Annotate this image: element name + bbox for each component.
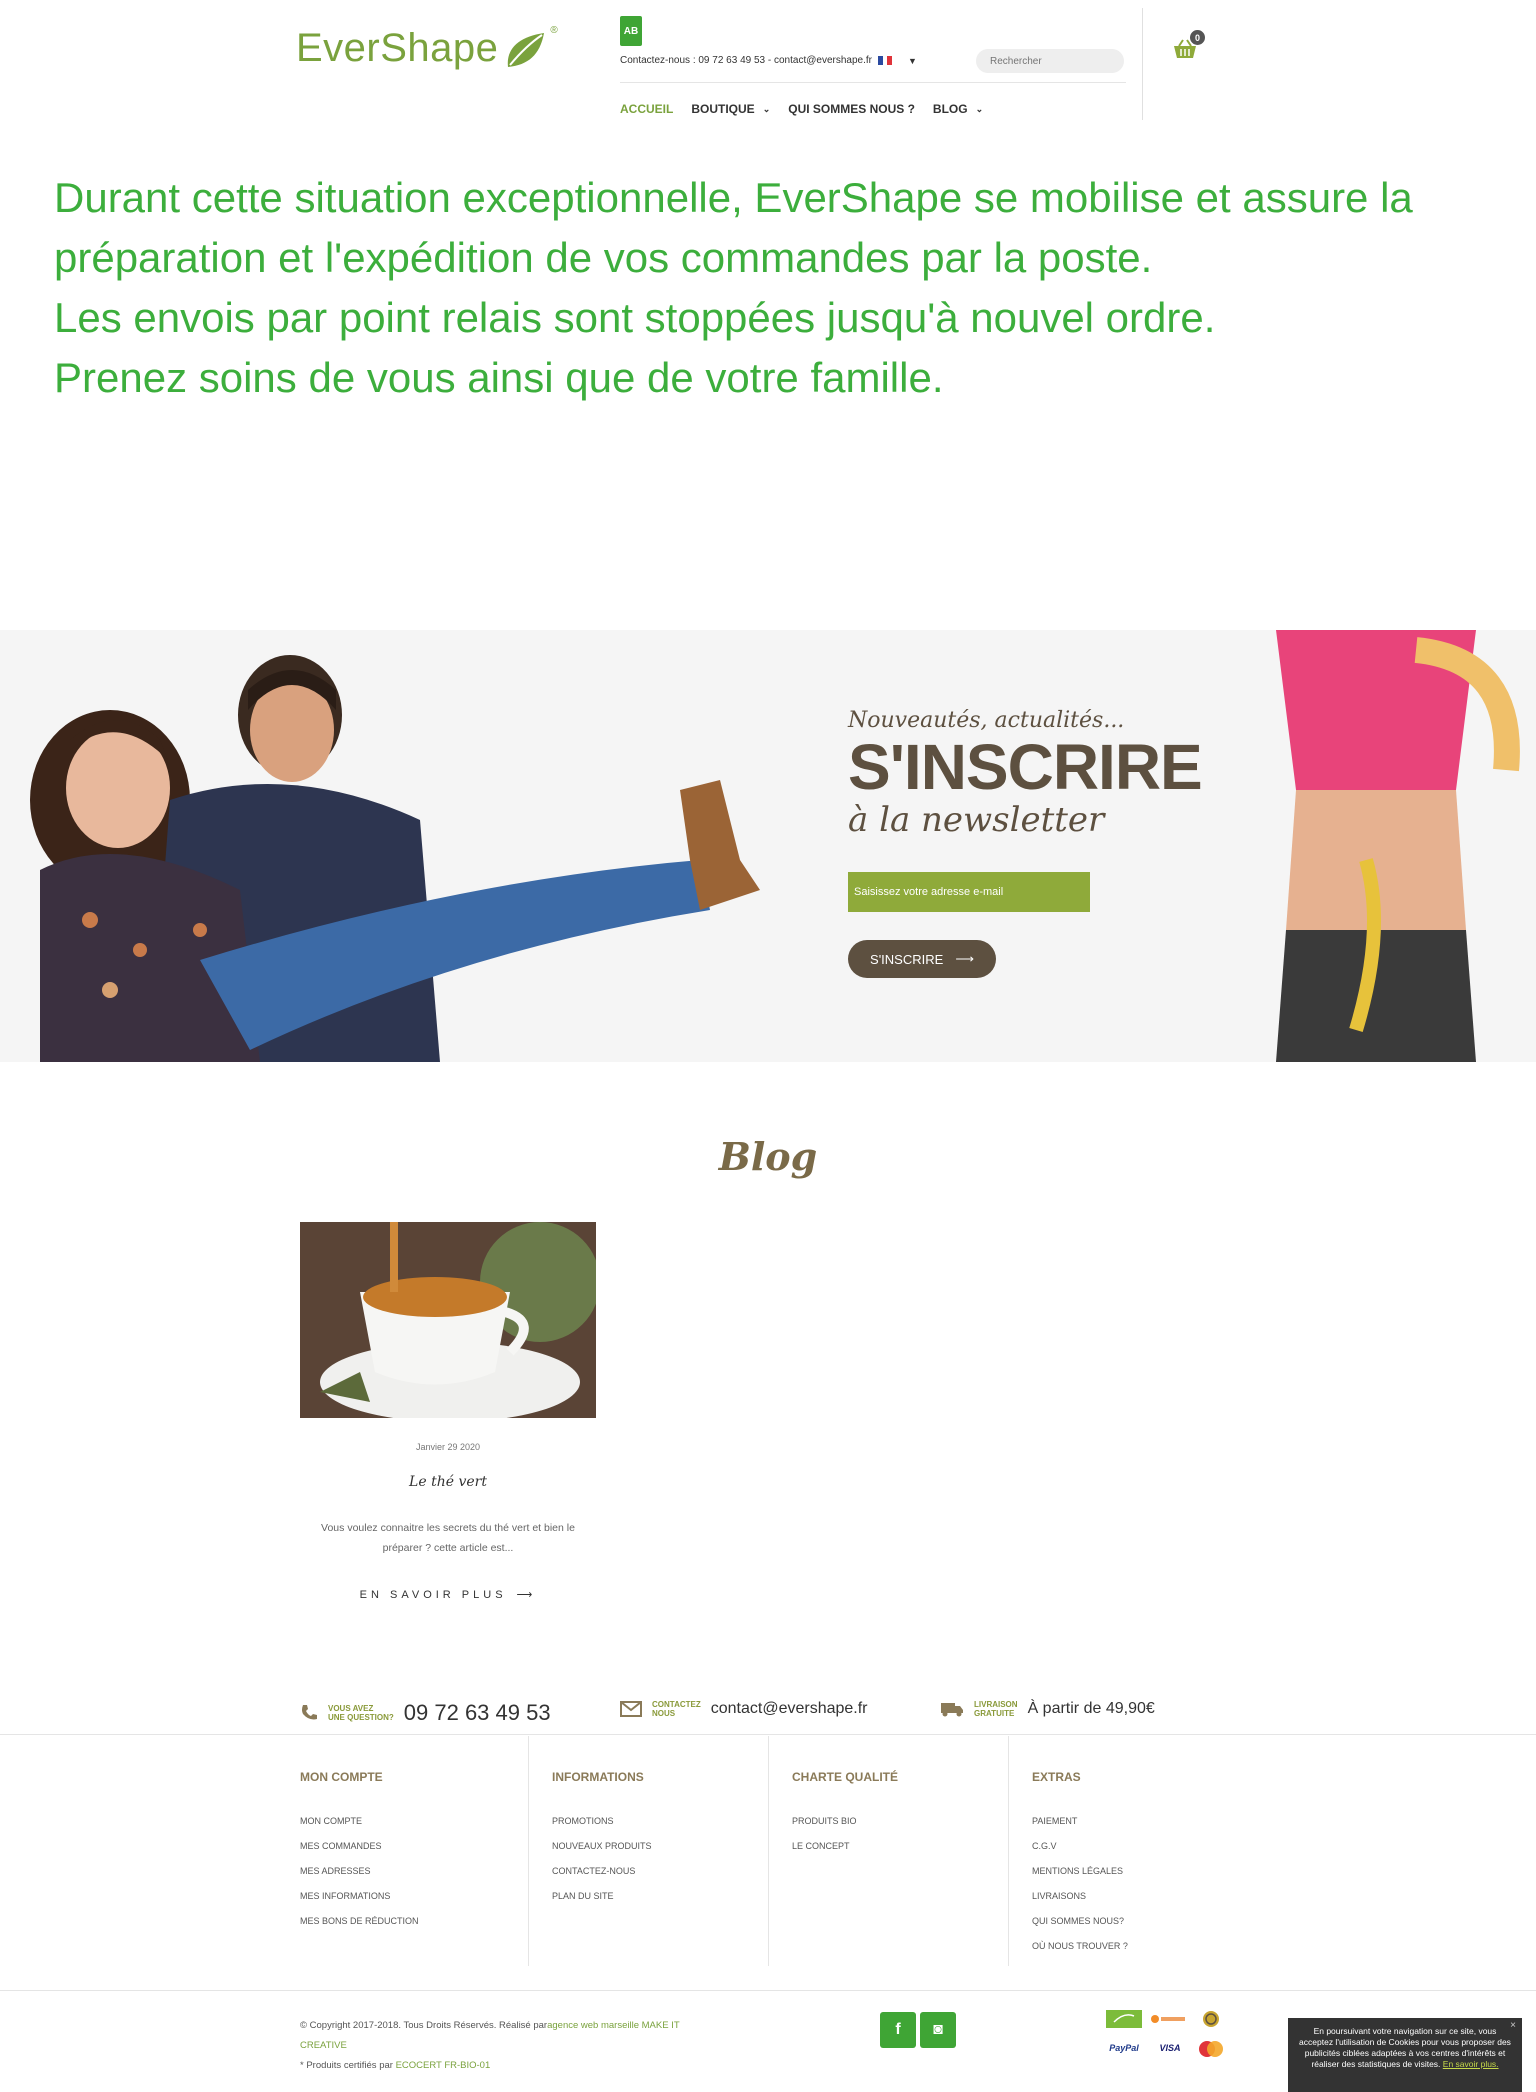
newsletter-email-input[interactable]	[848, 872, 1090, 912]
contact-text: Contactez-nous : 09 72 63 49 53 - contac…	[620, 55, 872, 66]
footer-link[interactable]: MES BONS DE RÉDUCTION	[300, 1916, 520, 1926]
footer-col-title: EXTRAS	[1032, 1770, 1081, 1784]
header-contact-line: Contactez-nous : 09 72 63 49 53 - contac…	[620, 55, 917, 66]
newsletter-title: S'INSCRIRE	[848, 731, 1203, 803]
header-vertical-divider	[1142, 8, 1143, 120]
main-nav: ACCUEIL BOUTIQUE ⌄ QUI SOMMES NOUS ? BLOG…	[620, 102, 1001, 116]
logo-text: EverShape	[296, 26, 499, 70]
footer-col-title: MON COMPTE	[300, 1770, 383, 1784]
post-title[interactable]: Le thé vert	[300, 1474, 596, 1490]
strip-phone: VOUS AVEZ UNE QUESTION? 09 72 63 49 53	[300, 1700, 551, 1726]
newsletter-banner	[0, 630, 1536, 1062]
arrow-right-icon: ⟶	[955, 951, 974, 966]
post-excerpt: Vous voulez connaitre les secrets du thé…	[321, 1522, 575, 1554]
language-dropdown-icon[interactable]: ▼	[908, 56, 917, 66]
footer-link[interactable]: MES ADRESSES	[300, 1866, 520, 1876]
footer-link[interactable]: MES INFORMATIONS	[300, 1891, 520, 1901]
subscribe-button-label: S'INSCRIRE	[870, 951, 944, 967]
search-input[interactable]	[988, 54, 1124, 68]
close-icon[interactable]: ×	[1510, 2020, 1516, 2031]
newsletter-subscribe-button[interactable]: S'INSCRIRE ⟶	[848, 940, 996, 978]
quality-seal-logo	[1203, 2011, 1219, 2027]
footer-link[interactable]: PROMOTIONS	[552, 1816, 772, 1826]
french-flag-icon[interactable]	[877, 56, 892, 65]
footer-link[interactable]: LIVRAISONS	[1032, 1891, 1252, 1901]
footer-link[interactable]: CONTACTEZ-NOUS	[552, 1866, 772, 1876]
arrow-right-icon: ⟶	[516, 1589, 537, 1601]
copyright: © Copyright 2017-2018. Tous Droits Réser…	[300, 2020, 680, 2071]
eu-organic-logo	[1106, 2010, 1142, 2028]
truck-icon	[941, 1703, 963, 1717]
cookie-more-link[interactable]: En savoir plus.	[1443, 2059, 1499, 2069]
nav-boutique[interactable]: BOUTIQUE ⌄	[691, 102, 770, 116]
phone-number[interactable]: 09 72 63 49 53	[404, 1700, 551, 1726]
mastercard-logo	[1199, 2041, 1223, 2057]
announcement-line-2: Les envois par point relais sont stoppée…	[54, 294, 1216, 341]
cookie-notice: × En poursuivant votre navigation sur ce…	[1288, 2018, 1522, 2092]
announcement-line-3: Prenez soins de vous ainsi que de votre …	[54, 354, 944, 401]
post-date: Janvier 29 2020	[415, 1442, 481, 1452]
site-logo[interactable]: EverShape ®	[296, 25, 559, 71]
read-more-link[interactable]: EN SAVOIR PLUS ⟶	[300, 1588, 596, 1602]
colissimo-logo	[1151, 2015, 1185, 2023]
blog-section-title: Blog	[718, 1134, 818, 1179]
envelope-icon	[620, 1701, 642, 1717]
chevron-down-icon: ⌄	[762, 103, 771, 114]
footer-column-divider	[1008, 1736, 1009, 1966]
leaf-icon	[508, 32, 545, 67]
footer-column-divider	[528, 1736, 529, 1966]
header-divider	[620, 82, 1126, 83]
strip-email: CONTACTEZ NOUS contact@evershape.fr	[620, 1700, 868, 1718]
footer-link[interactable]: C.G.V	[1032, 1841, 1252, 1851]
footer-link[interactable]: QUI SOMMES NOUS?	[1032, 1916, 1252, 1926]
nav-accueil[interactable]: ACCUEIL	[620, 102, 673, 116]
couple-photo	[30, 655, 760, 1062]
phone-icon	[302, 1705, 317, 1720]
fitness-woman-photo	[1276, 630, 1520, 1062]
announcement-line-1: Durant cette situation exceptionnelle, E…	[54, 174, 1413, 281]
covid-announcement: Durant cette situation exceptionnelle, E…	[54, 168, 1494, 408]
read-more-label: EN SAVOIR PLUS	[359, 1588, 507, 1601]
nav-blog[interactable]: BLOG ⌄	[933, 102, 983, 116]
footer-link[interactable]: LE CONCEPT	[792, 1841, 1012, 1851]
green-tea-post-image[interactable]	[300, 1222, 596, 1418]
footer-link[interactable]: MES COMMANDES	[300, 1841, 520, 1851]
visa-logo: VISA	[1159, 2043, 1181, 2053]
chevron-down-icon: ⌄	[975, 103, 984, 114]
nav-qui-sommes-nous[interactable]: QUI SOMMES NOUS ?	[788, 102, 915, 116]
footer-col-informations: INFORMATIONS PROMOTIONS NOUVEAUX PRODUIT…	[552, 1770, 772, 1916]
footer-link[interactable]: NOUVEAUX PRODUITS	[552, 1841, 772, 1851]
footer-column-divider	[768, 1736, 769, 1966]
strip-divider	[0, 1734, 1536, 1735]
free-delivery-threshold: À partir de 49,90€	[1027, 1700, 1155, 1717]
cart-count-badge: 0	[1190, 30, 1205, 45]
registered-mark: ®	[550, 25, 559, 36]
ab-organic-badge: AB	[620, 16, 642, 46]
contact-email[interactable]: contact@evershape.fr	[711, 1700, 868, 1718]
footer-col-mon-compte: MON COMPTE MON COMPTE MES COMMANDES MES …	[300, 1770, 520, 1941]
footer-bottom-divider	[0, 1990, 1536, 1991]
paypal-logo: PayPal	[1109, 2043, 1139, 2053]
footer-col-title: INFORMATIONS	[552, 1770, 644, 1784]
footer-link[interactable]: PRODUITS BIO	[792, 1816, 1012, 1826]
footer-col-extras: EXTRAS PAIEMENT C.G.V MENTIONS LÉGALES L…	[1032, 1770, 1252, 1966]
instagram-icon[interactable]: ◙	[920, 2012, 956, 2048]
footer-link[interactable]: PLAN DU SITE	[552, 1891, 772, 1901]
strip-delivery: LIVRAISON GRATUITE À partir de 49,90€	[940, 1700, 1155, 1718]
footer-col-title: CHARTE QUALITÉ	[792, 1770, 898, 1784]
facebook-icon[interactable]: f	[880, 2012, 916, 2048]
ecocert-link[interactable]: ECOCERT FR-BIO-01	[396, 2060, 491, 2071]
footer-link[interactable]: MON COMPTE	[300, 1816, 520, 1826]
footer-col-charte-qualite: CHARTE QUALITÉ PRODUITS BIO LE CONCEPT	[792, 1770, 1012, 1866]
search-box	[976, 49, 1124, 73]
footer-link[interactable]: MENTIONS LÉGALES	[1032, 1866, 1252, 1876]
footer-link[interactable]: PAIEMENT	[1032, 1816, 1252, 1826]
footer-link[interactable]: OÙ NOUS TROUVER ?	[1032, 1941, 1252, 1951]
newsletter-subtitle: à la newsletter	[848, 800, 1105, 840]
